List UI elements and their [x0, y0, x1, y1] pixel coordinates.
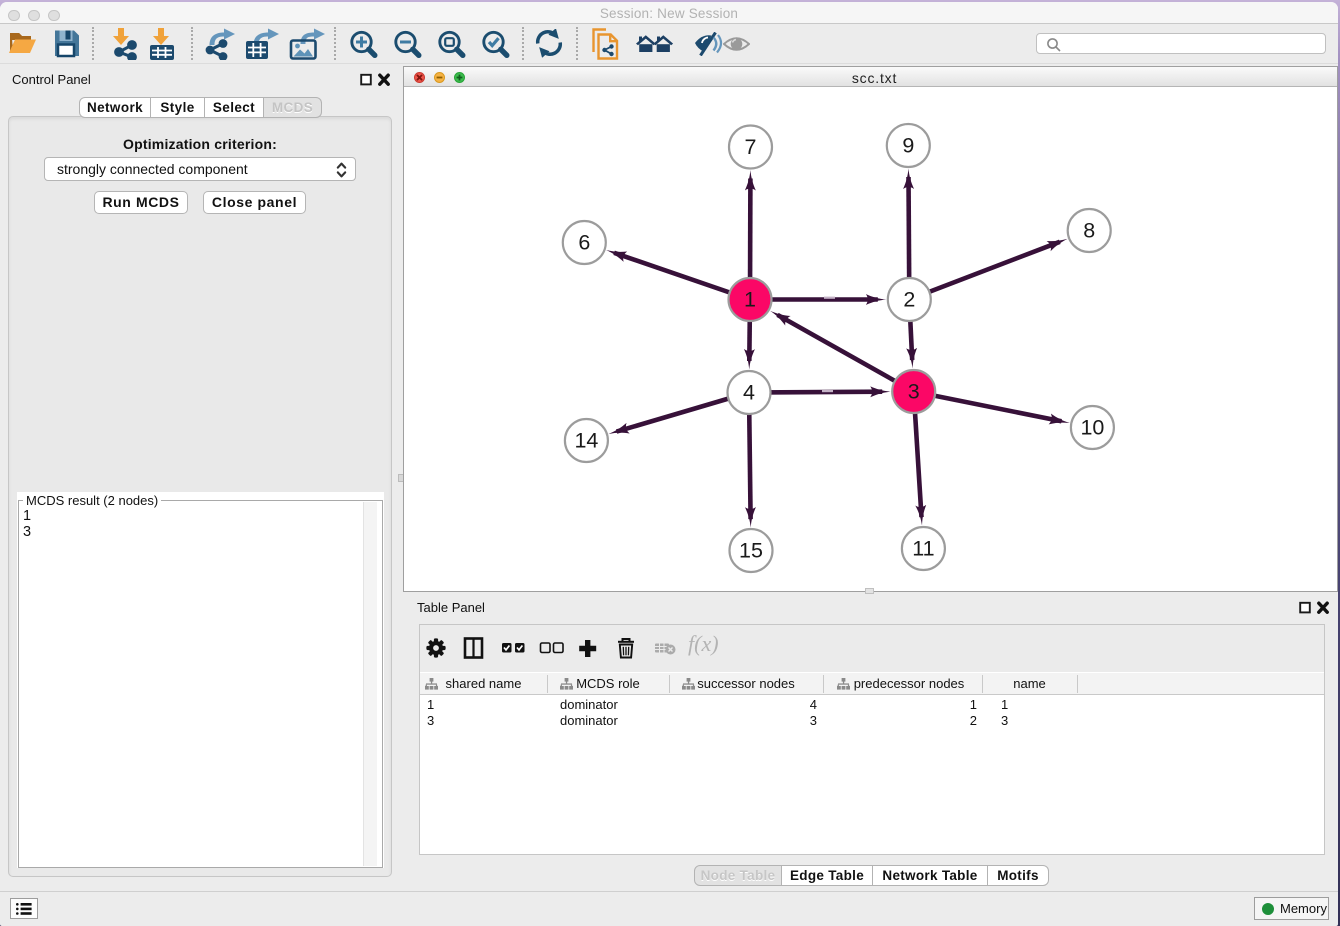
svg-text:3: 3 [908, 380, 920, 404]
svg-text:15: 15 [739, 538, 763, 562]
svg-text:10: 10 [1080, 415, 1104, 439]
svg-text:14: 14 [574, 428, 598, 452]
svg-text:2: 2 [903, 287, 915, 311]
svg-text:7: 7 [745, 135, 757, 159]
svg-text:6: 6 [578, 230, 590, 254]
svg-text:8: 8 [1083, 218, 1095, 242]
svg-text:11: 11 [912, 536, 934, 560]
svg-text:4: 4 [743, 380, 755, 404]
svg-text:1: 1 [744, 287, 756, 311]
svg-text:9: 9 [902, 133, 914, 157]
